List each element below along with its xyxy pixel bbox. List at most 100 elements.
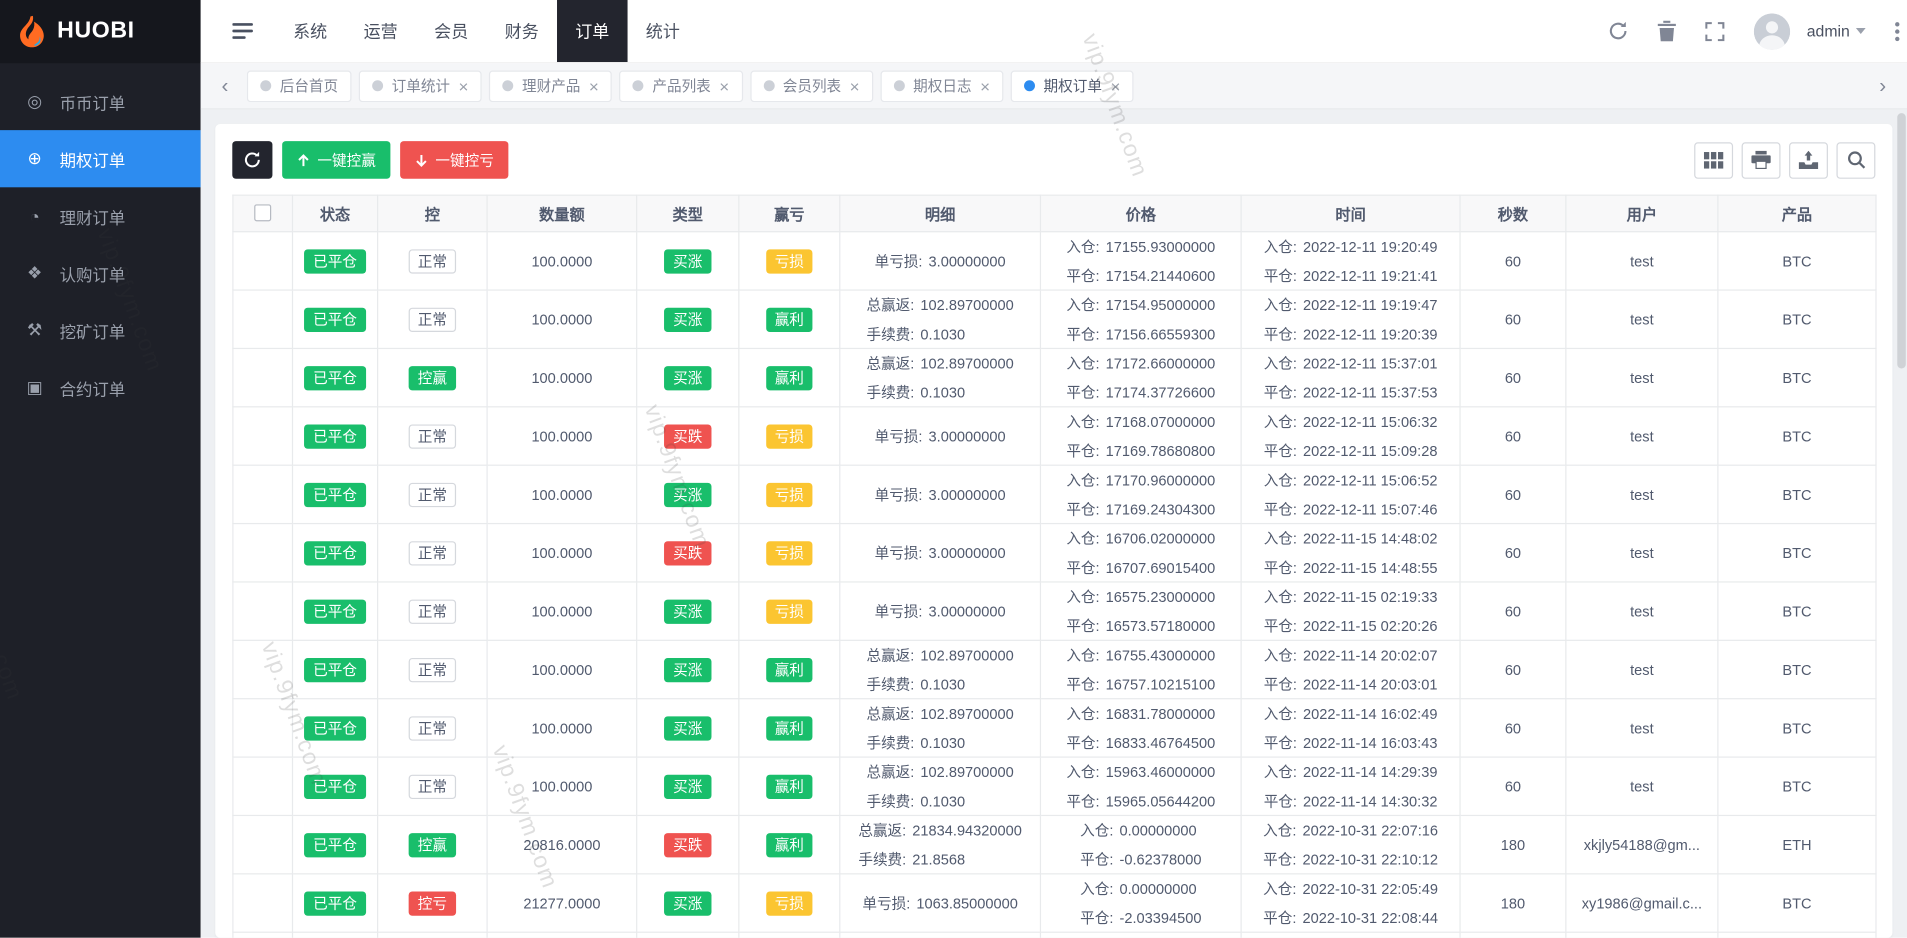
detail-lines: 单亏损: 1063.85000000 [848, 893, 1033, 914]
sidebar-item-wealth-orders[interactable]: ◔ 理财订单 [0, 187, 201, 244]
cell-seconds: 60 [1459, 522, 1567, 583]
cell-type: 买跌 [636, 406, 740, 466]
tabs-scroll-right-icon[interactable]: › [1868, 71, 1897, 100]
price-lines: 入仓: 16575.23000000 平仓: 16573.57180000 [1048, 586, 1233, 636]
trash-icon[interactable] [1657, 20, 1676, 42]
price-value: 17169.78680800 [1105, 442, 1216, 460]
tab-dot-icon [632, 80, 644, 92]
tab-4[interactable]: 产品列表 × [619, 69, 743, 102]
tab-close-icon[interactable]: × [1110, 77, 1120, 94]
cell-user: xkjly54188@gm... [1565, 814, 1719, 875]
sidebar-item-mining-orders[interactable]: ⚒ 挖矿订单 [0, 302, 201, 359]
cell-status: 已平仓 [291, 931, 379, 938]
time-value: 2022-11-15 02:20:26 [1303, 617, 1438, 635]
tab-5[interactable]: 会员列表 × [749, 69, 874, 102]
avatar[interactable] [1753, 12, 1790, 50]
cell-status: 已平仓 [291, 581, 379, 641]
nav-item-4[interactable]: 财务 [486, 0, 557, 62]
column-header-5: 赢亏 [738, 194, 841, 233]
cell-type: 买涨 [636, 231, 740, 291]
detail-label: 单亏损: [874, 252, 923, 270]
price-value: 16575.23000000 [1105, 588, 1216, 606]
nav-item-3[interactable]: 会员 [416, 0, 487, 62]
price-value: 17168.07000000 [1105, 412, 1216, 430]
tabs-scroll-left-icon[interactable]: ‹ [210, 71, 239, 100]
cell-control: 控赢 [377, 814, 488, 875]
nav-item-5[interactable]: 订单 [557, 0, 628, 63]
price-value: -0.62378000 [1119, 850, 1202, 868]
detail-lines: 单亏损: 3.00000000 [848, 484, 1033, 505]
time-label: 入仓: [1263, 413, 1297, 431]
tab-close-icon[interactable]: × [850, 77, 860, 94]
scrollbar-thumb[interactable] [1897, 113, 1906, 369]
cell-result: 赢利 [738, 698, 841, 758]
sidebar-item-coin-orders[interactable]: ◎ 币币订单 [0, 73, 201, 130]
cell-control: 正常 [377, 289, 488, 350]
user-menu[interactable]: admin [1807, 22, 1866, 40]
control-badge: 正常 [409, 657, 456, 682]
tab-7[interactable]: 期权订单 × [1010, 69, 1134, 102]
cell-amount: 100.0000 [486, 522, 638, 583]
force-lose-button[interactable]: 一键控亏 [400, 141, 509, 179]
tab-label: 产品列表 [652, 77, 711, 95]
nav-item-1[interactable]: 系统 [275, 0, 346, 62]
time-label: 平仓: [1263, 384, 1297, 402]
tab-dot-icon [502, 80, 514, 92]
page-scrollbar[interactable] [1897, 113, 1906, 935]
app: HUOBI ◎ 币币订单 ⊕ 期权订单 ◔ 理财订单 ❖ 认购订单 ⚒ 挖矿订单 ▣ 合约订单 系统运… [0, 0, 1907, 938]
tab-2[interactable]: 订单统计 × [358, 69, 482, 102]
control-badge: 正常 [409, 715, 456, 741]
cell-status: 已平仓 [291, 464, 379, 525]
tab-close-icon[interactable]: × [459, 77, 469, 94]
print-button[interactable] [1741, 141, 1781, 179]
price-value: 17155.93000000 [1105, 237, 1216, 255]
refresh-button[interactable] [232, 141, 273, 179]
tab-1[interactable]: 后台首页 [246, 69, 352, 102]
table-tools [1694, 141, 1876, 179]
tab-close-icon[interactable]: × [589, 77, 599, 94]
control-badge: 控亏 [409, 890, 456, 916]
result-badge: 亏损 [766, 890, 813, 916]
fullscreen-icon[interactable] [1704, 21, 1724, 41]
price-value: 15963.46000000 [1105, 763, 1216, 781]
contract-orders-icon: ▣ [26, 377, 43, 397]
price-label: 入仓: [1066, 588, 1100, 606]
tab-label: 后台首页 [279, 77, 339, 95]
columns-button[interactable] [1694, 141, 1734, 179]
time-value: 2022-12-11 19:20:39 [1303, 325, 1438, 343]
tab-close-icon[interactable]: × [719, 77, 729, 94]
search-button[interactable] [1836, 141, 1876, 179]
sidebar-item-contract-orders[interactable]: ▣ 合约订单 [0, 359, 201, 416]
nav-item-2[interactable]: 运营 [345, 0, 416, 62]
tab-3[interactable]: 理财产品 × [489, 69, 613, 102]
chevron-down-icon [1855, 27, 1866, 35]
refresh-icon[interactable] [1607, 21, 1628, 42]
select-all-checkbox[interactable] [254, 204, 272, 222]
sidebar-item-label: 理财订单 [59, 208, 126, 227]
tab-close-icon[interactable]: × [980, 77, 990, 94]
table-row: 已平仓 正常 100.0000 买跌 亏损 单亏损: 3.00000000 入仓: 16706.… [232, 522, 1877, 583]
detail-lines: 单亏损: 3.00000000 [848, 251, 1033, 272]
nav-item-6[interactable]: 统计 [628, 0, 699, 62]
price-label: 入仓: [1066, 296, 1100, 314]
price-lines: 入仓: 17154.95000000 平仓: 17156.66559300 [1048, 294, 1233, 344]
price-value: 0.00000000 [1119, 821, 1197, 839]
menu-toggle-icon[interactable] [232, 22, 253, 40]
type-badge: 买跌 [664, 832, 711, 857]
price-value: 17154.21440600 [1105, 266, 1216, 284]
column-header-11: 产品 [1717, 194, 1877, 233]
tab-6[interactable]: 期权日志 × [880, 69, 1004, 102]
wealth-orders-icon: ◔ [29, 206, 40, 226]
force-lose-label: 一键控亏 [435, 152, 494, 170]
time-label: 入仓: [1263, 763, 1297, 781]
sidebar-item-subscribe-orders[interactable]: ❖ 认购订单 [0, 244, 201, 301]
time-lines: 入仓: 2022-11-14 16:02:49 平仓: 2022-11-14 16:0… [1249, 703, 1452, 753]
cell-price: 入仓: 0.00000000 平仓: -0.62378000 [1039, 814, 1242, 875]
more-icon[interactable] [1895, 21, 1900, 41]
result-badge: 亏损 [766, 482, 813, 507]
table-row: 已平仓 正常 100.0000 买涨 亏损 单亏损: 3.00000000 入仓: 17155.… [232, 231, 1877, 291]
time-lines: 入仓: 2022-11-14 20:02:07 平仓: 2022-11-14 20:0… [1249, 645, 1452, 695]
force-win-button[interactable]: 一键控赢 [282, 141, 391, 179]
sidebar-item-option-orders[interactable]: ⊕ 期权订单 [0, 130, 201, 188]
export-button[interactable] [1789, 141, 1828, 179]
